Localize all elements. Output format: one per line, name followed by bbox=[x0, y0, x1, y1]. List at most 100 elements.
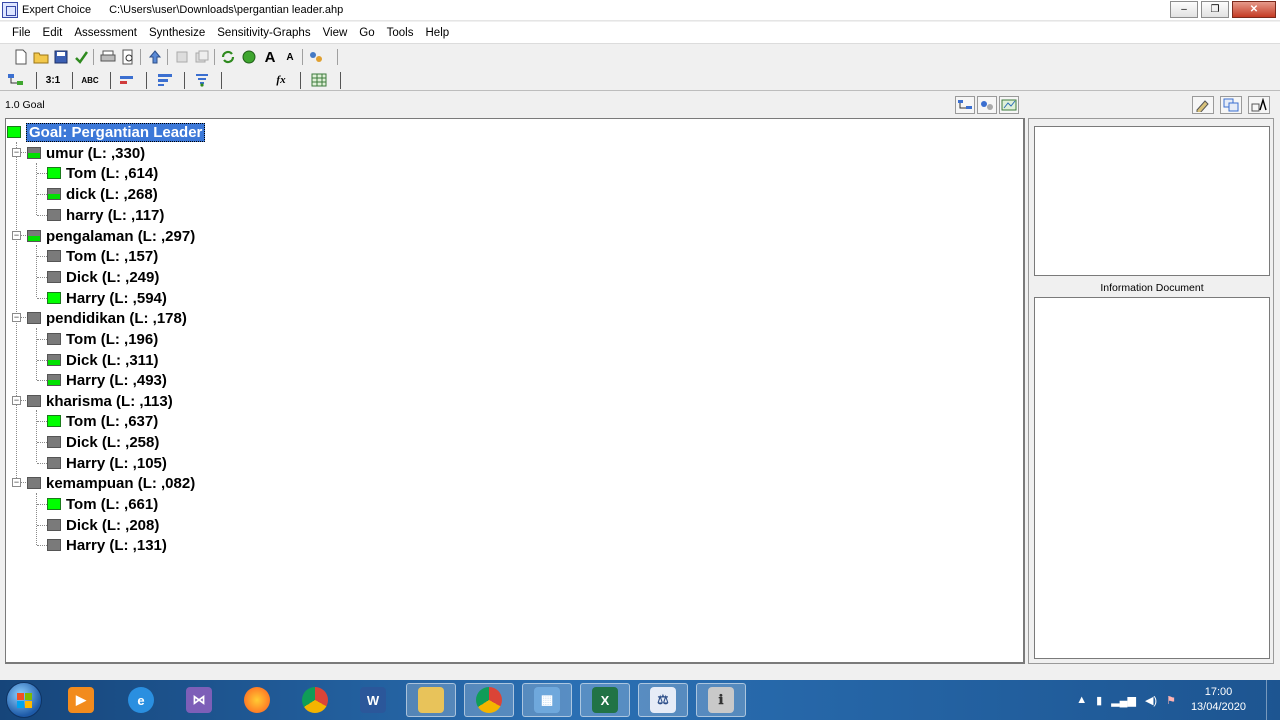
menu-synthesize[interactable]: Synthesize bbox=[147, 27, 207, 39]
battery-icon[interactable]: ▮ bbox=[1096, 694, 1102, 707]
toolbar-separator bbox=[167, 49, 168, 65]
menu-go[interactable]: Go bbox=[357, 27, 376, 39]
new-file-icon[interactable] bbox=[13, 49, 29, 65]
refresh-icon[interactable] bbox=[220, 49, 236, 65]
pairwise-numerical-button[interactable]: 3:1 bbox=[42, 71, 64, 89]
alternative-node[interactable]: Tom (L: ,637) bbox=[47, 411, 158, 431]
action-center-icon[interactable]: ⚑ bbox=[1166, 694, 1176, 707]
collapse-toggle-icon[interactable]: − bbox=[12, 231, 21, 240]
information-document-area[interactable] bbox=[1034, 297, 1270, 659]
taskbar-media-player[interactable]: ▶ bbox=[56, 683, 106, 717]
taskbar-printer[interactable]: ℹ bbox=[696, 683, 746, 717]
pairwise-verbal-button[interactable]: ABC bbox=[78, 71, 102, 89]
tree-view-pane[interactable]: Goal: Pergantian Leader − umur (L: ,330)… bbox=[5, 118, 1025, 664]
graphical-comparison-icon[interactable] bbox=[117, 71, 137, 89]
save-icon[interactable] bbox=[53, 49, 69, 65]
tree-node-goal[interactable]: Goal: Pergantian Leader bbox=[7, 122, 206, 142]
signal-icon[interactable]: ▂▄▆ bbox=[1111, 694, 1136, 707]
alternative-label: Harry (L: ,493) bbox=[66, 371, 167, 389]
assessment-toolbar: 3:1 ABC fx bbox=[0, 69, 1280, 91]
alternative-node[interactable]: Dick (L: ,208) bbox=[47, 515, 159, 535]
info-pane-icons bbox=[1192, 96, 1270, 114]
cluster-view-mode-icon[interactable] bbox=[977, 96, 997, 114]
open-folder-icon[interactable] bbox=[33, 49, 49, 65]
show-hidden-icons-icon[interactable]: ▲ bbox=[1076, 694, 1087, 706]
taskbar-control-panel[interactable]: ▦ bbox=[522, 683, 572, 717]
alternative-node[interactable]: Harry (L: ,493) bbox=[47, 370, 167, 390]
alternative-node[interactable]: Tom (L: ,661) bbox=[47, 494, 158, 514]
criterion-pendidikan[interactable]: pendidikan (L: ,178) bbox=[27, 308, 187, 328]
alternative-node[interactable]: Tom (L: ,614) bbox=[47, 163, 158, 183]
menu-help[interactable]: Help bbox=[424, 27, 452, 39]
collapse-toggle-icon[interactable]: − bbox=[12, 148, 21, 157]
taskbar-word[interactable]: W bbox=[348, 683, 398, 717]
menu-assessment[interactable]: Assessment bbox=[72, 27, 139, 39]
toolbar-separator bbox=[72, 72, 73, 89]
collapse-toggle-icon[interactable]: − bbox=[12, 478, 21, 487]
alternative-node[interactable]: Tom (L: ,157) bbox=[47, 246, 158, 266]
minimize-button[interactable]: – bbox=[1170, 1, 1198, 18]
priority-swatch bbox=[47, 519, 61, 531]
taskbar-chrome-window[interactable] bbox=[464, 683, 514, 717]
menu-edit[interactable]: Edit bbox=[41, 27, 65, 39]
alternative-node[interactable]: Harry (L: ,105) bbox=[47, 453, 167, 473]
data-view-mode-icon[interactable] bbox=[999, 96, 1019, 114]
menu-file[interactable]: File bbox=[10, 27, 33, 39]
check-arrow-icon[interactable] bbox=[73, 49, 89, 65]
volume-icon[interactable]: ◀) bbox=[1145, 694, 1157, 707]
formula-button[interactable]: fx bbox=[272, 71, 290, 89]
close-button[interactable]: ✕ bbox=[1232, 1, 1276, 18]
maximize-button[interactable]: ❐ bbox=[1201, 1, 1229, 18]
print-preview-icon[interactable] bbox=[120, 49, 136, 65]
copy-node-icon[interactable] bbox=[1220, 96, 1242, 114]
alternative-node[interactable]: harry (L: ,117) bbox=[47, 205, 164, 225]
node-note-area[interactable] bbox=[1034, 126, 1270, 276]
alternative-node[interactable]: Dick (L: ,258) bbox=[47, 432, 159, 452]
criterion-kharisma[interactable]: kharisma (L: ,113) bbox=[27, 391, 173, 411]
alternative-node[interactable]: Tom (L: ,196) bbox=[47, 329, 158, 349]
menu-view[interactable]: View bbox=[321, 27, 350, 39]
current-node-path: 1.0 Goal bbox=[5, 99, 45, 111]
copy-disabled-icon[interactable] bbox=[194, 49, 210, 65]
print-icon[interactable] bbox=[100, 49, 116, 65]
font-format-icon[interactable] bbox=[1248, 96, 1270, 114]
cut-disabled-icon[interactable] bbox=[174, 49, 190, 65]
data-grid-icon[interactable] bbox=[309, 71, 329, 89]
alternative-node[interactable]: Harry (L: ,594) bbox=[47, 288, 167, 308]
taskbar-firefox[interactable] bbox=[232, 683, 282, 717]
start-button[interactable] bbox=[6, 682, 42, 718]
move-up-icon[interactable] bbox=[147, 49, 163, 65]
criterion-kemampuan[interactable]: kemampuan (L: ,082) bbox=[27, 473, 195, 493]
criterion-umur[interactable]: umur (L: ,330) bbox=[27, 143, 145, 163]
taskbar-internet-explorer[interactable]: e bbox=[116, 683, 166, 717]
direct-data-icon[interactable] bbox=[155, 71, 175, 89]
taskbar-file-explorer[interactable] bbox=[406, 683, 456, 717]
criterion-pengalaman[interactable]: pengalaman (L: ,297) bbox=[27, 226, 195, 246]
collapse-toggle-icon[interactable]: − bbox=[12, 396, 21, 405]
menu-tools[interactable]: Tools bbox=[385, 27, 416, 39]
taskbar-expert-choice[interactable]: ⚖ bbox=[638, 683, 688, 717]
ratings-icon[interactable] bbox=[192, 71, 212, 89]
visual-studio-icon: ⋈ bbox=[186, 687, 212, 713]
font-increase-icon[interactable]: A bbox=[262, 49, 278, 66]
settings-tools-icon[interactable] bbox=[308, 49, 324, 65]
recycle-icon[interactable] bbox=[241, 49, 257, 65]
font-decrease-icon[interactable]: A bbox=[282, 49, 298, 65]
edit-note-icon[interactable] bbox=[1192, 96, 1214, 114]
tree-view-mode-icon[interactable] bbox=[955, 96, 975, 114]
collapse-toggle-icon[interactable]: − bbox=[12, 313, 21, 322]
system-clock[interactable]: 17:00 13/04/2020 bbox=[1191, 685, 1246, 715]
alternative-label: Dick (L: ,311) bbox=[66, 351, 159, 369]
show-desktop-button[interactable] bbox=[1266, 680, 1280, 720]
taskbar-chrome[interactable] bbox=[290, 683, 340, 717]
taskbar-excel[interactable]: X bbox=[580, 683, 630, 717]
alternative-node[interactable]: Dick (L: ,311) bbox=[47, 350, 159, 370]
alternative-node[interactable]: Harry (L: ,131) bbox=[47, 535, 167, 555]
tree-view-icon[interactable] bbox=[6, 71, 26, 89]
alternative-node[interactable]: Dick (L: ,249) bbox=[47, 267, 159, 287]
menu-sensitivity-graphs[interactable]: Sensitivity-Graphs bbox=[215, 27, 312, 39]
alternative-node[interactable]: dick (L: ,268) bbox=[47, 184, 158, 204]
chrome-icon bbox=[302, 687, 328, 713]
alternative-label: Tom (L: ,637) bbox=[66, 412, 159, 430]
taskbar-visual-studio[interactable]: ⋈ bbox=[174, 683, 224, 717]
